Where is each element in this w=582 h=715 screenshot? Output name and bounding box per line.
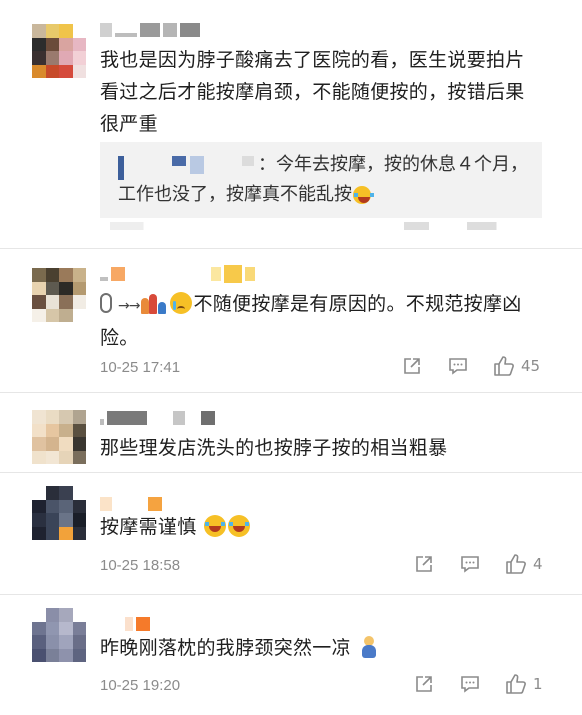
avatar[interactable] xyxy=(32,608,86,662)
person-emoji xyxy=(361,636,377,658)
like-count: 4 xyxy=(533,555,543,573)
divider xyxy=(0,472,582,473)
comment-item: →→ 不随便按摩是有原因的。不规范按摩凶险。 10-25 17:41 45 xyxy=(0,250,582,390)
divider xyxy=(0,392,582,393)
cropped-meta-row xyxy=(110,222,530,230)
comment-text: 我也是因为脖子酸痛去了医院的看，医生说要拍片看过之后才能按摩肩颈，不能随便按的，… xyxy=(100,49,525,135)
thumbs-up-icon xyxy=(494,356,514,376)
comment-time: 10-25 19:20 xyxy=(100,677,181,694)
avatar[interactable] xyxy=(32,410,86,464)
comment-item: 昨晚刚落枕的我脖颈突然一凉 10-25 19:20 1 xyxy=(0,596,582,715)
like-count: 45 xyxy=(521,357,541,375)
like-button[interactable]: 4 xyxy=(505,554,543,574)
microphone-icon xyxy=(100,293,112,313)
family-emoji xyxy=(141,292,167,314)
comment-item: 我也是因为脖子酸痛去了医院的看，医生说要拍片看过之后才能按摩肩颈，不能随便按的，… xyxy=(0,0,582,250)
share-icon xyxy=(404,358,420,374)
avatar[interactable] xyxy=(32,268,86,322)
comment-text: 昨晚刚落枕的我脖颈突然一凉 xyxy=(100,632,540,664)
divider xyxy=(0,594,582,595)
comment-text: 那些理发店洗头的也按脖子按的相当粗暴 xyxy=(100,437,448,459)
username-pixelated[interactable] xyxy=(100,496,162,512)
username-pixelated[interactable] xyxy=(100,265,255,283)
laughing-tears-emoji xyxy=(203,515,226,537)
comment-icon xyxy=(461,676,479,693)
comment-text: →→ 不随便按摩是有原因的。不规范按摩凶险。 xyxy=(100,292,522,349)
comment-meta: 10-25 19:20 1 xyxy=(100,674,550,698)
comment-meta: 10-25 18:58 4 xyxy=(100,554,550,578)
laughing-tears-emoji xyxy=(353,186,374,204)
reply-button[interactable] xyxy=(460,554,480,574)
username-pixelated[interactable] xyxy=(100,616,150,632)
share-icon xyxy=(416,556,432,572)
reply-button[interactable] xyxy=(460,674,480,694)
comment-item: 那些理发店洗头的也按脖子按的相当粗暴 xyxy=(0,394,582,470)
share-button[interactable] xyxy=(414,554,434,574)
share-button[interactable] xyxy=(414,674,434,694)
comment-icon xyxy=(449,358,467,375)
laughing-tears-emoji xyxy=(227,515,250,537)
arrow-prefix: →→ xyxy=(118,298,140,314)
comment-time: 10-25 17:41 xyxy=(100,359,181,376)
comment-meta: 10-25 17:41 45 xyxy=(100,356,550,380)
thumbs-up-icon xyxy=(506,674,526,694)
reply-button[interactable] xyxy=(448,356,468,376)
like-button[interactable]: 45 xyxy=(493,356,540,376)
comment-time: 10-25 18:58 xyxy=(100,557,181,574)
crying-emoji xyxy=(170,292,193,314)
share-icon xyxy=(416,676,432,692)
avatar[interactable] xyxy=(32,24,86,78)
avatar[interactable] xyxy=(32,486,86,540)
share-button[interactable] xyxy=(402,356,422,376)
username-pixelated[interactable] xyxy=(100,22,200,38)
thumbs-up-icon xyxy=(506,554,526,574)
quoted-text: ：今年去按摩，按的休息４个月，工作也没了，按摩真不能乱按 xyxy=(118,154,528,205)
comment-item: 按摩需谨慎 10-25 18:58 4 xyxy=(0,474,582,592)
username-pixelated[interactable] xyxy=(100,410,215,426)
like-button[interactable]: 1 xyxy=(505,674,543,694)
comment-icon xyxy=(461,556,479,573)
like-count: 1 xyxy=(533,675,543,693)
comment-text: 按摩需谨慎 xyxy=(100,511,540,543)
divider xyxy=(0,248,582,249)
quoted-reply[interactable]: ：今年去按摩，按的休息４个月，工作也没了，按摩真不能乱按 xyxy=(100,142,542,218)
